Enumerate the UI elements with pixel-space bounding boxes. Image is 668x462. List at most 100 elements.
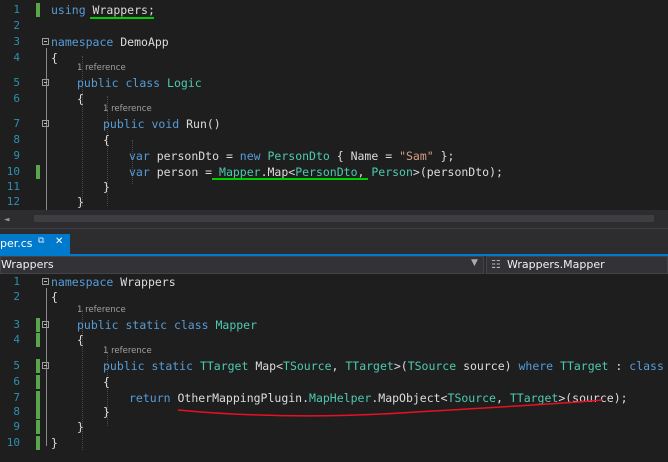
- code-line[interactable]: 3 public static class Mapper: [0, 318, 668, 332]
- code-editor-bottom[interactable]: 1 namespace Wrappers 2{3 public static clas…: [0, 274, 668, 462]
- code-line[interactable]: 6{: [0, 375, 668, 389]
- line-number: 12: [6, 195, 20, 208]
- code-token: TTarget: [345, 359, 394, 373]
- code-editor-top[interactable]: 1 using Wrappers; 2 3 namespace DemoApp 4 {5 pu…: [0, 0, 668, 210]
- code-token: :: [608, 359, 630, 373]
- line-number: 10: [6, 436, 20, 449]
- codelens-reference-count[interactable]: 1 reference: [77, 305, 126, 316]
- code-token: source): [456, 359, 519, 373]
- code-line[interactable]: 8}: [0, 405, 668, 419]
- code-token: {: [103, 133, 110, 147]
- scrollbar-thumb[interactable]: [34, 215, 654, 222]
- code-line[interactable]: 4{: [0, 333, 668, 347]
- code-line[interactable]: 9 var personDto = new PersonDto { Name = …: [0, 149, 668, 163]
- collapse-icon[interactable]: [42, 278, 49, 285]
- code-line[interactable]: 3 namespace DemoApp: [0, 35, 668, 49]
- code-line[interactable]: 10 var person = Mapper.Map<PersonDto, Per…: [0, 165, 668, 179]
- close-icon[interactable]: ✕: [55, 236, 63, 247]
- code-token: new: [239, 149, 268, 163]
- code-token: >(personDto);: [412, 165, 503, 179]
- code-line[interactable]: 12}: [0, 195, 668, 209]
- code-line[interactable]: 10}: [0, 436, 668, 450]
- code-token: TSource: [407, 359, 457, 373]
- code-text: public void Run(): [103, 117, 221, 131]
- type-dropdown[interactable]: ☷ Wrappers.Mapper: [486, 256, 668, 274]
- code-line[interactable]: 9}: [0, 420, 668, 434]
- change-marker: [36, 420, 40, 434]
- tab-mapper-cs[interactable]: per.cs ⧉ ✕: [0, 234, 70, 254]
- code-token: Wrappers: [120, 275, 176, 289]
- code-token: TTarget: [560, 359, 609, 373]
- line-number: 7: [13, 117, 20, 130]
- line-number: 8: [13, 133, 20, 146]
- green-annotation-underline: [90, 17, 154, 19]
- code-token: }: [77, 195, 84, 209]
- code-token: ;: [147, 3, 155, 17]
- change-marker: [36, 359, 40, 373]
- line-number: 3: [13, 35, 20, 48]
- code-line[interactable]: 5 public class Logic: [0, 76, 668, 90]
- collapse-icon[interactable]: [42, 120, 49, 127]
- line-number: 2: [13, 290, 20, 303]
- code-token: OtherMappingPlugin: [177, 391, 303, 405]
- horizontal-scrollbar[interactable]: ◄: [0, 210, 668, 228]
- code-token: public: [103, 359, 152, 373]
- code-line[interactable]: 11}: [0, 180, 668, 194]
- codelens-reference-count[interactable]: 1 reference: [77, 63, 126, 74]
- type-dropdown-value: Wrappers.Mapper: [507, 258, 605, 271]
- code-token: Mapper: [215, 318, 258, 332]
- code-text: namespace Wrappers: [51, 275, 176, 289]
- code-line[interactable]: 8{: [0, 133, 668, 147]
- code-line[interactable]: 6{: [0, 92, 668, 106]
- code-line[interactable]: 1 namespace Wrappers: [0, 275, 668, 289]
- line-number: 1: [13, 3, 20, 16]
- code-token: TSource: [447, 391, 496, 405]
- code-line[interactable]: 5 public static TTarget Map<TSource, TTar…: [0, 359, 668, 373]
- code-token: }: [51, 436, 58, 450]
- code-token: public: [103, 117, 152, 131]
- code-text: return OtherMappingPlugin.MapHelper.MapO…: [129, 391, 628, 405]
- change-marker: [36, 391, 40, 405]
- code-line[interactable]: 7 public void Run(): [0, 117, 668, 131]
- code-text: var personDto = new PersonDto { Name = "…: [129, 149, 454, 163]
- code-token: DemoApp: [120, 35, 169, 49]
- code-token: "Sam": [399, 149, 434, 163]
- code-line[interactable]: 1 using Wrappers;: [0, 3, 668, 17]
- collapse-icon[interactable]: [42, 38, 49, 45]
- green-annotation-underline: [212, 178, 368, 180]
- tab-label: per.cs: [0, 237, 33, 250]
- code-token: .Map<: [260, 165, 296, 179]
- codelens-reference-count[interactable]: 1 reference: [103, 346, 152, 357]
- code-token: void: [151, 117, 187, 131]
- code-text: {: [77, 333, 84, 347]
- collapse-icon[interactable]: [42, 362, 49, 369]
- code-token: Wrappers: [92, 3, 148, 17]
- zoom-left-arrow-icon[interactable]: ◄: [4, 215, 9, 225]
- chevron-down-icon[interactable]: ▼: [471, 258, 478, 268]
- collapse-icon[interactable]: [42, 321, 49, 328]
- line-number: 11: [6, 180, 20, 193]
- pin-icon[interactable]: ⧉: [38, 236, 44, 246]
- code-text: public class Logic: [77, 76, 202, 90]
- code-token: static: [125, 318, 174, 332]
- code-text: public static class Mapper: [77, 318, 257, 332]
- codelens-reference-count[interactable]: 1 reference: [103, 104, 152, 115]
- code-token: public: [77, 76, 126, 90]
- namespace-dropdown[interactable]: Wrappers ▼: [0, 256, 484, 274]
- code-line[interactable]: 7 return OtherMappingPlugin.MapHelper.Map…: [0, 391, 668, 405]
- code-token: where: [518, 359, 561, 373]
- code-text: public static TTarget Map<TSource, TTarg…: [103, 359, 664, 373]
- code-token: public: [77, 318, 126, 332]
- code-line[interactable]: 2{: [0, 290, 668, 304]
- code-text: }: [103, 405, 110, 419]
- line-number: 6: [13, 375, 20, 388]
- code-token: Run(): [186, 117, 221, 131]
- line-number: 6: [13, 92, 20, 105]
- code-token: class: [173, 318, 216, 332]
- line-number: 8: [13, 405, 20, 418]
- code-token: };: [433, 149, 455, 163]
- collapse-icon[interactable]: [42, 79, 49, 86]
- code-line[interactable]: 2: [0, 19, 668, 33]
- code-token: >(: [393, 359, 408, 373]
- code-text: }: [103, 180, 110, 194]
